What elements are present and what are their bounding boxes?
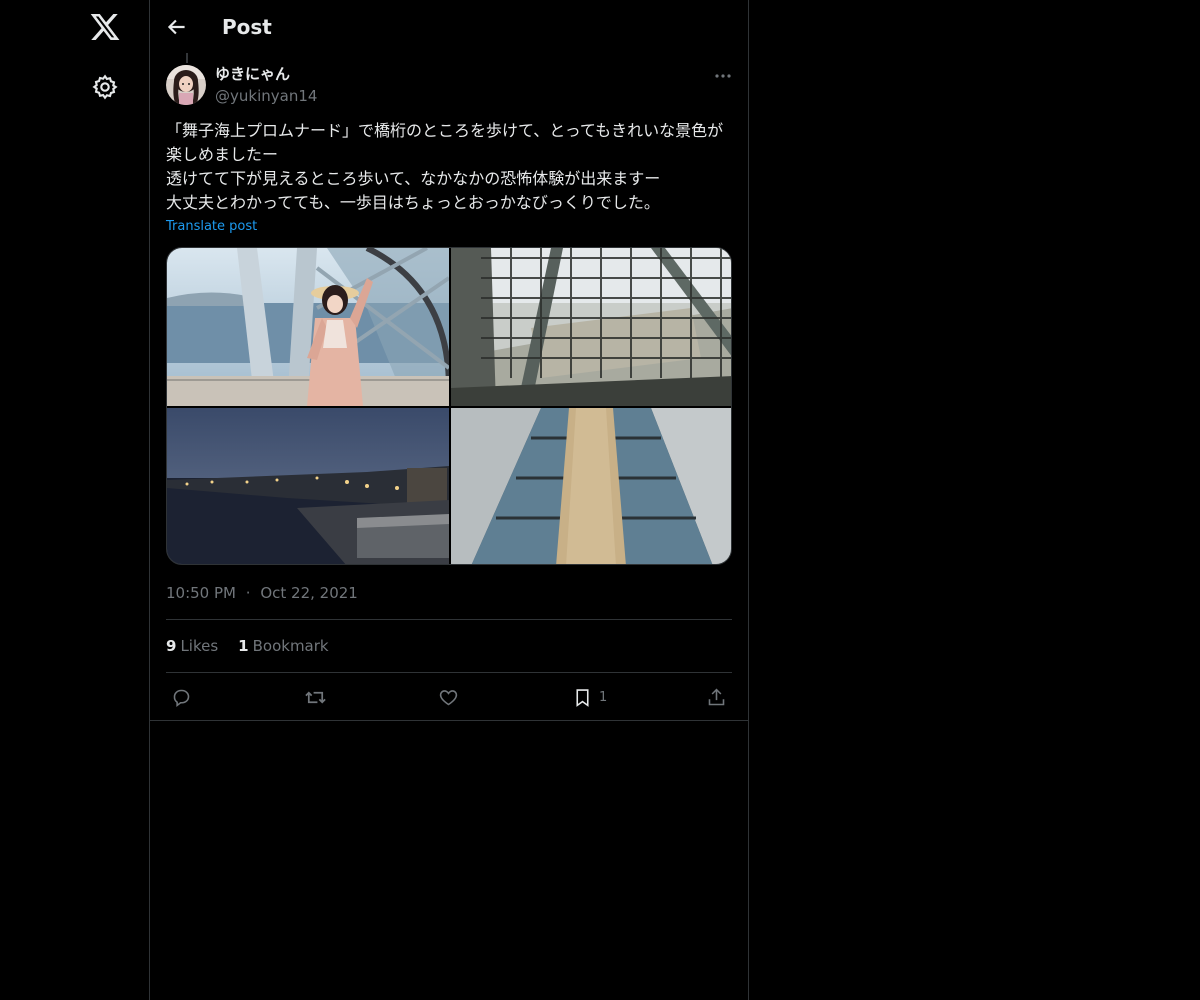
repost-icon <box>305 690 326 704</box>
author-display-name[interactable]: ゆきにゃん <box>215 64 290 84</box>
action-bar: 1 <box>166 684 732 710</box>
repost-button[interactable] <box>304 684 327 710</box>
share-icon <box>708 688 725 705</box>
heart-icon <box>439 689 458 705</box>
divider <box>166 619 732 620</box>
post-bottom-border <box>150 720 748 721</box>
bookmarks-count: 1 <box>238 637 249 655</box>
post-text: 「舞子海上プロムナード」で橋桁のところを歩けて、とってもきれいな景色が楽しめまし… <box>166 121 724 212</box>
left-nav-rail <box>0 0 150 1000</box>
bookmark-icon <box>576 688 589 707</box>
media-grid <box>166 247 732 565</box>
thread-connector <box>186 53 188 63</box>
likes-stat[interactable]: 9 Likes <box>166 636 218 656</box>
x-logo-icon[interactable] <box>89 11 121 43</box>
page-header: Post <box>150 0 748 54</box>
bookmark-count: 1 <box>599 689 608 705</box>
arrow-left-icon[interactable] <box>164 14 190 40</box>
post-timestamp: 10:50 PM · Oct 22, 2021 <box>166 583 358 603</box>
post-time[interactable]: 10:50 PM <box>166 584 236 602</box>
share-button[interactable] <box>706 684 727 710</box>
reply-icon <box>173 689 190 707</box>
divider <box>166 672 732 673</box>
reply-button[interactable] <box>171 684 192 710</box>
page-title: Post <box>222 15 272 39</box>
post-stats: 9 Likes 1 Bookmark <box>166 636 329 656</box>
media-photo-4[interactable] <box>451 408 731 564</box>
post-detail-column: Post ゆきにゃん @yukinyan14 「舞子海上プロムナード」で橋桁のと… <box>149 0 749 1000</box>
like-button[interactable] <box>438 684 459 710</box>
bookmarks-label: Bookmark <box>252 637 329 655</box>
gear-icon[interactable] <box>91 73 119 101</box>
timestamp-separator: · <box>245 584 251 602</box>
bookmark-button[interactable]: 1 <box>572 684 607 710</box>
more-horizontal-icon[interactable] <box>710 66 736 86</box>
translate-post-link[interactable]: Translate post <box>166 218 257 236</box>
author-handle[interactable]: @yukinyan14 <box>215 86 317 106</box>
avatar[interactable] <box>166 65 206 105</box>
media-photo-2[interactable] <box>451 248 731 406</box>
likes-count: 9 <box>166 637 177 655</box>
media-photo-1[interactable] <box>167 248 449 406</box>
likes-label: Likes <box>180 637 219 655</box>
bookmarks-stat[interactable]: 1 Bookmark <box>238 636 328 656</box>
post-date[interactable]: Oct 22, 2021 <box>260 584 358 602</box>
media-photo-3[interactable] <box>167 408 449 564</box>
